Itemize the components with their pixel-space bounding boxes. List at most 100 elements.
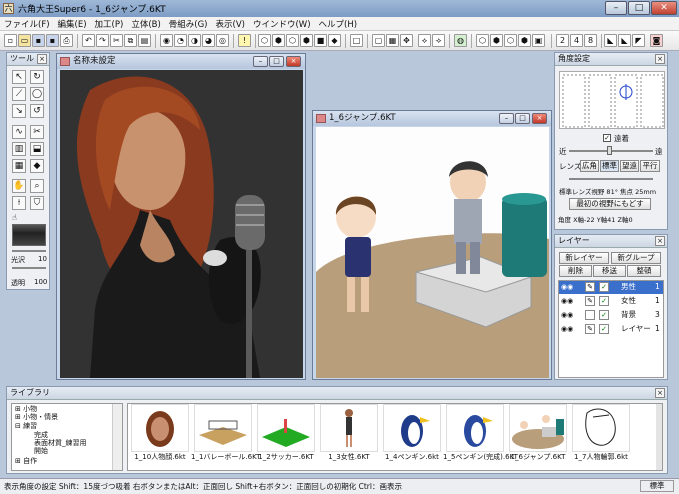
edit-icon[interactable]: ✓ (599, 282, 609, 292)
distance-slider-thumb[interactable] (607, 146, 612, 155)
shade-1-icon[interactable]: ⬡ (476, 34, 489, 47)
shade-5-icon[interactable]: ▣ (532, 34, 545, 47)
reset-view-button[interactable]: 最初の視野にもどす (569, 198, 651, 210)
menu-file[interactable]: ファイル(F) (0, 17, 54, 31)
lens-parallel-button[interactable]: 平行 (640, 160, 660, 172)
render-window-close-button[interactable]: × (286, 56, 301, 67)
render-window-min-button[interactable]: – (253, 56, 268, 67)
eye-icon[interactable]: ◉◉ (561, 309, 573, 321)
delete-layer-button[interactable]: 削除 (559, 265, 592, 277)
cube-icon[interactable]: □ (350, 34, 363, 47)
box-icon[interactable]: ▦ (12, 159, 26, 173)
paste-icon[interactable]: ▤ (138, 34, 151, 47)
undo-icon[interactable]: ↶ (82, 34, 95, 47)
perspective-checkbox[interactable]: ✓ (603, 134, 611, 142)
hand-icon[interactable]: ✋ (12, 179, 26, 193)
tree-item[interactable]: ⊞ 小物・情景 (15, 413, 58, 422)
slope-3-icon[interactable]: ◤ (632, 34, 645, 47)
model-viewport[interactable] (316, 127, 549, 378)
print-icon[interactable]: ⎙ (60, 34, 73, 47)
menu-help[interactable]: ヘルプ(H) (315, 17, 362, 31)
render-window-max-button[interactable]: □ (269, 56, 284, 67)
lock-icon[interactable]: ✎ (585, 296, 595, 306)
knife-icon[interactable]: ↘ (12, 104, 26, 118)
layer-row[interactable]: ◉◉ ✎ ✓ レイヤー 1 (559, 323, 663, 336)
view-side-icon[interactable]: ◔ (174, 34, 187, 47)
slope-1-icon[interactable]: ◣ (604, 34, 617, 47)
library-thumb[interactable] (194, 404, 252, 452)
display-4-icon[interactable]: ⬢ (300, 34, 313, 47)
lens-tele-button[interactable]: 望遠 (620, 160, 639, 172)
model-window-max-button[interactable]: □ (515, 113, 530, 124)
special-icon[interactable]: ◙ (650, 34, 663, 47)
layer-row[interactable]: ◉◉ ✓ 背景 3 (559, 309, 663, 322)
subdiv-8-button[interactable]: 8 (584, 34, 597, 47)
menu-solid[interactable]: 立体(B) (127, 17, 164, 31)
library-thumb[interactable] (131, 404, 189, 452)
lens-slider[interactable] (569, 178, 653, 180)
lock-icon[interactable]: ✎ (585, 324, 595, 334)
shade-3-icon[interactable]: ⬡ (504, 34, 517, 47)
arrange-layer-button[interactable]: 整頓 (627, 265, 661, 277)
subdiv-2-button[interactable]: 2 (556, 34, 569, 47)
view-persp-icon[interactable]: ◎ (216, 34, 229, 47)
hint-icon[interactable]: ! (238, 34, 251, 47)
tools-close-button[interactable]: × (37, 54, 47, 64)
menu-edit[interactable]: 編集(E) (54, 17, 91, 31)
model-window-close-button[interactable]: × (532, 113, 547, 124)
alpha-slider[interactable] (12, 267, 46, 269)
save-as-icon[interactable]: ▪ (46, 34, 59, 47)
library-thumb[interactable] (257, 404, 315, 452)
layer-row[interactable]: ◉◉ ✎ ✓ 女性 1 (559, 295, 663, 308)
redo-icon[interactable]: ↷ (96, 34, 109, 47)
library-close-button[interactable]: × (655, 388, 665, 398)
move-icon[interactable]: ✥ (400, 34, 413, 47)
zoom-icon[interactable]: ⌕ (30, 179, 44, 193)
new-layer-button[interactable]: 新レイヤー (559, 252, 609, 264)
eye-icon[interactable]: ◉◉ (561, 323, 573, 335)
menu-process[interactable]: 加工(P) (91, 17, 128, 31)
tree-item[interactable]: 開始 (34, 447, 48, 456)
gloss-slider[interactable] (12, 250, 46, 252)
grid-icon[interactable]: ▦ (386, 34, 399, 47)
paint-bucket-icon[interactable]: ⛉ (30, 196, 44, 210)
close-button[interactable]: ✕ (651, 1, 677, 15)
edit-icon[interactable]: ✓ (599, 310, 609, 320)
display-3-icon[interactable]: ⬡ (286, 34, 299, 47)
library-thumb[interactable] (320, 404, 378, 452)
lock-icon[interactable]: ✎ (585, 282, 595, 292)
subdiv-4-button[interactable]: 4 (570, 34, 583, 47)
layers-close-button[interactable]: × (655, 236, 665, 246)
library-thumb[interactable] (509, 404, 567, 452)
menu-view[interactable]: 表示(V) (212, 17, 249, 31)
move-layer-button[interactable]: 移送 (593, 265, 626, 277)
pen-icon[interactable]: ∿ (12, 125, 26, 139)
select-arrow-icon[interactable]: ↖ (12, 70, 26, 84)
rotate-icon[interactable]: ↻ (30, 70, 44, 84)
tree-scrollbar[interactable] (112, 404, 122, 470)
layer-row[interactable]: ◉◉ ✎ ✓ 男性 1 (559, 281, 663, 294)
new-group-button[interactable]: 新グループ (611, 252, 661, 264)
frame-icon[interactable]: ▢ (372, 34, 385, 47)
edit-icon[interactable]: ✓ (599, 296, 609, 306)
line-draw-icon[interactable]: ⟋ (12, 87, 26, 101)
material-swatch[interactable] (12, 224, 46, 246)
solid-cube-icon[interactable]: ◆ (30, 159, 44, 173)
extrude-icon[interactable]: ▥ (12, 142, 26, 156)
render-icon[interactable]: ◍ (454, 34, 467, 47)
view-front-icon[interactable]: ◉ (160, 34, 173, 47)
display-1-icon[interactable]: ⬡ (258, 34, 271, 47)
angle-view-grid[interactable] (559, 71, 665, 129)
angle-close-button[interactable]: × (655, 54, 665, 64)
bevel-icon[interactable]: ⬓ (30, 142, 44, 156)
menu-skeleton[interactable]: 骨組み(G) (165, 17, 212, 31)
library-thumb[interactable] (572, 404, 630, 452)
eye-icon[interactable]: ◉◉ (561, 281, 573, 293)
loop-icon[interactable]: ↺ (30, 104, 44, 118)
edit-icon[interactable]: ✓ (599, 324, 609, 334)
new-icon[interactable]: ▫ (4, 34, 17, 47)
lens-standard-button[interactable]: 標準 (600, 160, 619, 172)
render-viewport[interactable] (60, 70, 303, 378)
save-icon[interactable]: ▪ (32, 34, 45, 47)
menu-window[interactable]: ウインドウ(W) (249, 17, 315, 31)
